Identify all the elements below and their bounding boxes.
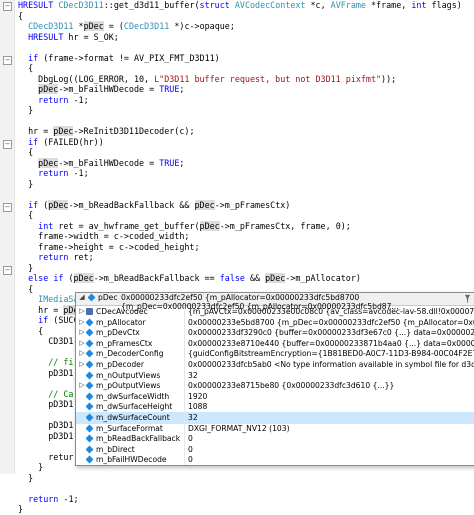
code-line: HRESULT CDecD3D11::get_d3d11_buffer(stru… <box>18 0 462 10</box>
code-line: } <box>18 472 34 483</box>
code-line: { <box>18 210 34 220</box>
editor-gutter: − − − − − <box>0 0 15 474</box>
code-line: return -1; <box>28 493 79 504</box>
field-icon <box>86 445 94 454</box>
code-line: { <box>18 10 24 21</box>
datatip-header[interactable]: ◢ pDec 0x00000233dfc2ef50 {m_pAllocator=… <box>76 293 474 311</box>
fold-collapse-icon[interactable]: − <box>3 2 12 11</box>
fold-collapse-icon[interactable]: − <box>3 140 12 149</box>
field-icon <box>86 339 94 348</box>
field-icon <box>86 381 94 390</box>
code-line: frame->height = c->coded_height; <box>18 241 200 252</box>
field-icon <box>88 293 96 302</box>
code-line: hr = pDec->ReInitD3D11Decoder(c); <box>18 126 195 136</box>
field-icon <box>86 402 94 411</box>
field-icon <box>86 318 94 327</box>
fold-collapse-icon[interactable]: − <box>3 266 12 275</box>
field-icon <box>86 360 94 369</box>
fold-collapse-icon[interactable]: − <box>3 56 12 65</box>
debugger-datatip[interactable]: ◢ pDec 0x00000233dfc2ef50 {m_pAllocator=… <box>75 292 474 466</box>
datatip-row-m-bfailhwdecode[interactable]: m_bFailHWDecode 0 <box>76 454 474 465</box>
code-line: CDecD3D11 *pDec = (CDecD3D11 *)c->opaque… <box>28 21 235 31</box>
base-class-icon <box>86 308 93 315</box>
field-icon <box>86 434 94 443</box>
datatip-field-name: m_bFailHWDecode <box>86 454 181 465</box>
code-line: HRESULT hr = S_OK; <box>28 31 119 42</box>
code-line: frame->width = c->coded_width; <box>18 231 190 241</box>
field-icon <box>86 349 94 358</box>
code-line: DbgLog((LOG_ERROR, 10, L"D3D11 buffer re… <box>18 73 397 84</box>
field-icon <box>86 424 94 433</box>
code-line: } <box>18 178 34 189</box>
pin-icon[interactable] <box>463 294 472 303</box>
code-line: return -1; <box>38 168 89 178</box>
code-line: } <box>18 262 34 273</box>
code-line: pDec->m_bFailHWDecode = TRUE; <box>38 157 185 168</box>
code-line: return ret; <box>38 252 94 262</box>
datatip-field-value[interactable]: 0 <box>184 454 474 465</box>
code-line: else if (pDec->m_bReadBackFallback == fa… <box>28 273 361 283</box>
code-line: if (frame->format != AV_PIX_FMT_D3D11) <box>28 52 220 63</box>
code-line: if (pDec->m_bReadBackFallback && pDec->m… <box>28 199 291 210</box>
code-line: if (FAILED(hr)) <box>28 136 104 147</box>
fold-collapse-icon[interactable]: − <box>3 203 12 212</box>
code-line: } <box>18 105 34 115</box>
field-icon <box>86 455 94 464</box>
field-icon <box>86 392 94 401</box>
code-line: return -1; <box>38 94 89 105</box>
field-icon <box>86 371 94 380</box>
field-icon <box>86 413 94 422</box>
collapse-triangle-icon[interactable]: ◢ <box>78 293 86 301</box>
field-icon <box>86 328 94 337</box>
code-line: pDec->m_bFailHWDecode = TRUE; <box>38 84 185 94</box>
code-line: { <box>18 63 34 73</box>
code-line: } <box>18 504 24 514</box>
code-line: { <box>18 147 34 157</box>
code-line: int ret = av_hwframe_get_buffer(pDec->m_… <box>38 220 351 231</box>
